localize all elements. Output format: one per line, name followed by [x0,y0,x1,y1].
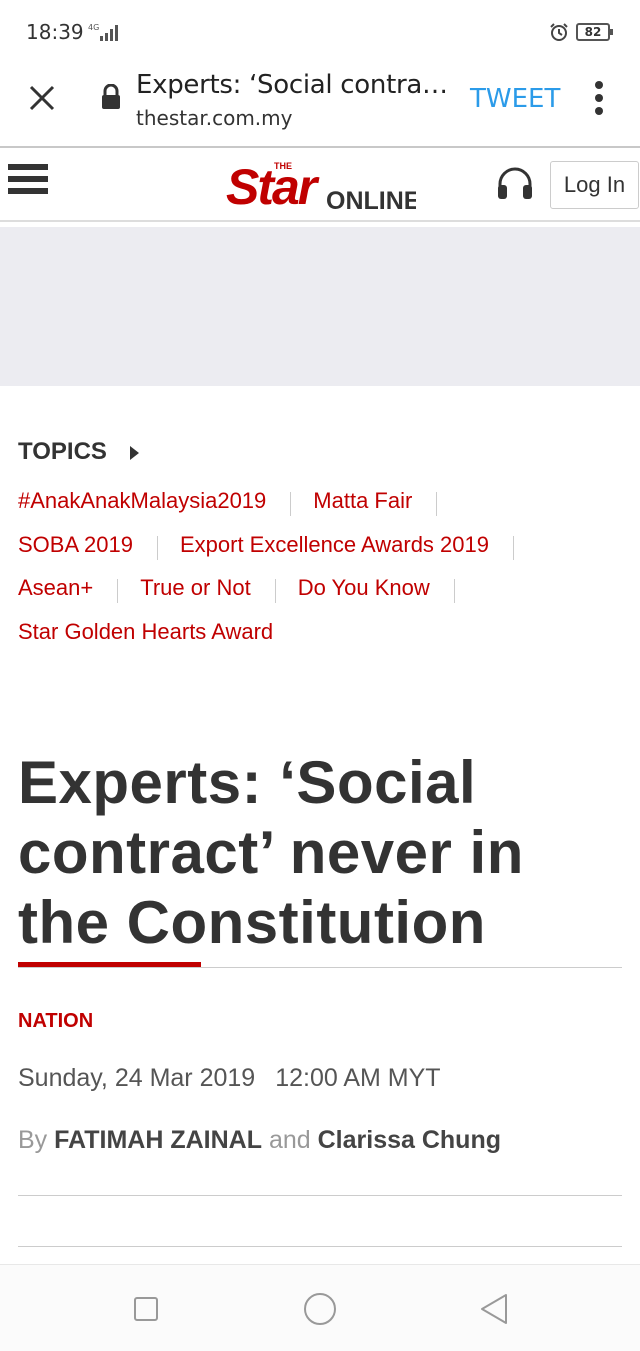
topic-separator [436,491,438,516]
article-title: Experts: ‘Social contract’ never in the … [18,748,628,958]
logo-star-text: Star [226,159,320,214]
topic-separator [156,535,158,560]
topic-link[interactable]: Matta Fair [313,488,412,514]
topic-link[interactable]: True or Not [140,575,250,601]
hamburger-menu-icon[interactable] [8,164,48,200]
topic-separator [512,535,514,560]
article-title-line: contract’ never in [18,819,524,886]
topic-link[interactable]: SOBA 2019 [18,532,133,558]
topics-arrow-icon[interactable] [130,446,139,460]
battery-indicator: 82 [576,23,613,41]
topic-separator [453,578,455,603]
topic-link[interactable]: Asean+ [18,575,93,601]
home-icon[interactable] [304,1293,336,1325]
more-options-icon[interactable] [588,80,610,116]
browser-url[interactable]: thestar.com.my [136,106,292,130]
recent-apps-icon[interactable] [134,1297,158,1321]
browser-page-title: Experts: ‘Social contra… [136,70,448,100]
article-category[interactable]: NATION [18,1010,93,1033]
section-divider [18,1195,622,1196]
byline-by: By [18,1126,48,1154]
topic-link[interactable]: #AnakAnakMalaysia2019 [18,488,266,514]
topic-separator [290,491,292,516]
topic-link[interactable]: Star Golden Hearts Award [18,619,273,645]
close-icon[interactable] [28,84,56,112]
author-name[interactable]: Clarissa Chung [318,1126,501,1154]
section-divider [18,1246,622,1247]
topic-row: SOBA 2019 Export Excellence Awards 2019 [18,532,536,562]
article-title-line: the Constitution [18,889,486,956]
system-navigation-bar [0,1264,640,1351]
article-byline: By FATIMAH ZAINAL and Clarissa Chung [18,1126,501,1155]
title-accent-bar [18,962,201,967]
signal-icon: 4G [88,23,118,41]
byline-and: and [268,1126,311,1154]
topic-row: Star Golden Hearts Award [18,619,273,649]
network-label: 4G [88,23,99,32]
headphones-icon[interactable] [496,166,534,200]
topic-link[interactable]: Export Excellence Awards 2019 [180,532,489,558]
topic-row: #AnakAnakMalaysia2019 Matta Fair [18,488,459,518]
the-star-online-logo[interactable]: THE Star ONLINE [226,154,416,214]
lock-icon [102,84,120,109]
site-header: THE Star ONLINE Log In [0,148,640,220]
topic-link[interactable]: Do You Know [298,575,430,601]
topic-separator [117,578,119,603]
article-title-line: Experts: ‘Social [18,749,477,816]
author-name[interactable]: FATIMAH ZAINAL [54,1126,262,1154]
status-time: 18:39 [26,20,84,44]
header-divider [0,220,640,222]
tweet-button[interactable]: TWEET [470,84,560,114]
alarm-icon [550,23,568,41]
logo-online-text: ONLINE [326,187,416,214]
topic-separator [274,578,276,603]
topic-row: Asean+ True or Not Do You Know [18,575,477,605]
browser-toolbar: Experts: ‘Social contra… thestar.com.my … [0,64,640,146]
back-icon[interactable] [478,1291,510,1327]
topics-heading[interactable]: TOPICS [18,438,107,466]
login-button[interactable]: Log In [550,161,639,209]
title-divider [18,967,622,968]
article-date: Sunday, 24 Mar 2019 [18,1064,256,1092]
article-time: 12:00 AM MYT [275,1064,441,1092]
article-dateline: Sunday, 24 Mar 2019 12:00 AM MYT [18,1064,441,1093]
status-bar: 18:39 4G 82 [0,0,640,64]
ad-placeholder [0,227,640,386]
